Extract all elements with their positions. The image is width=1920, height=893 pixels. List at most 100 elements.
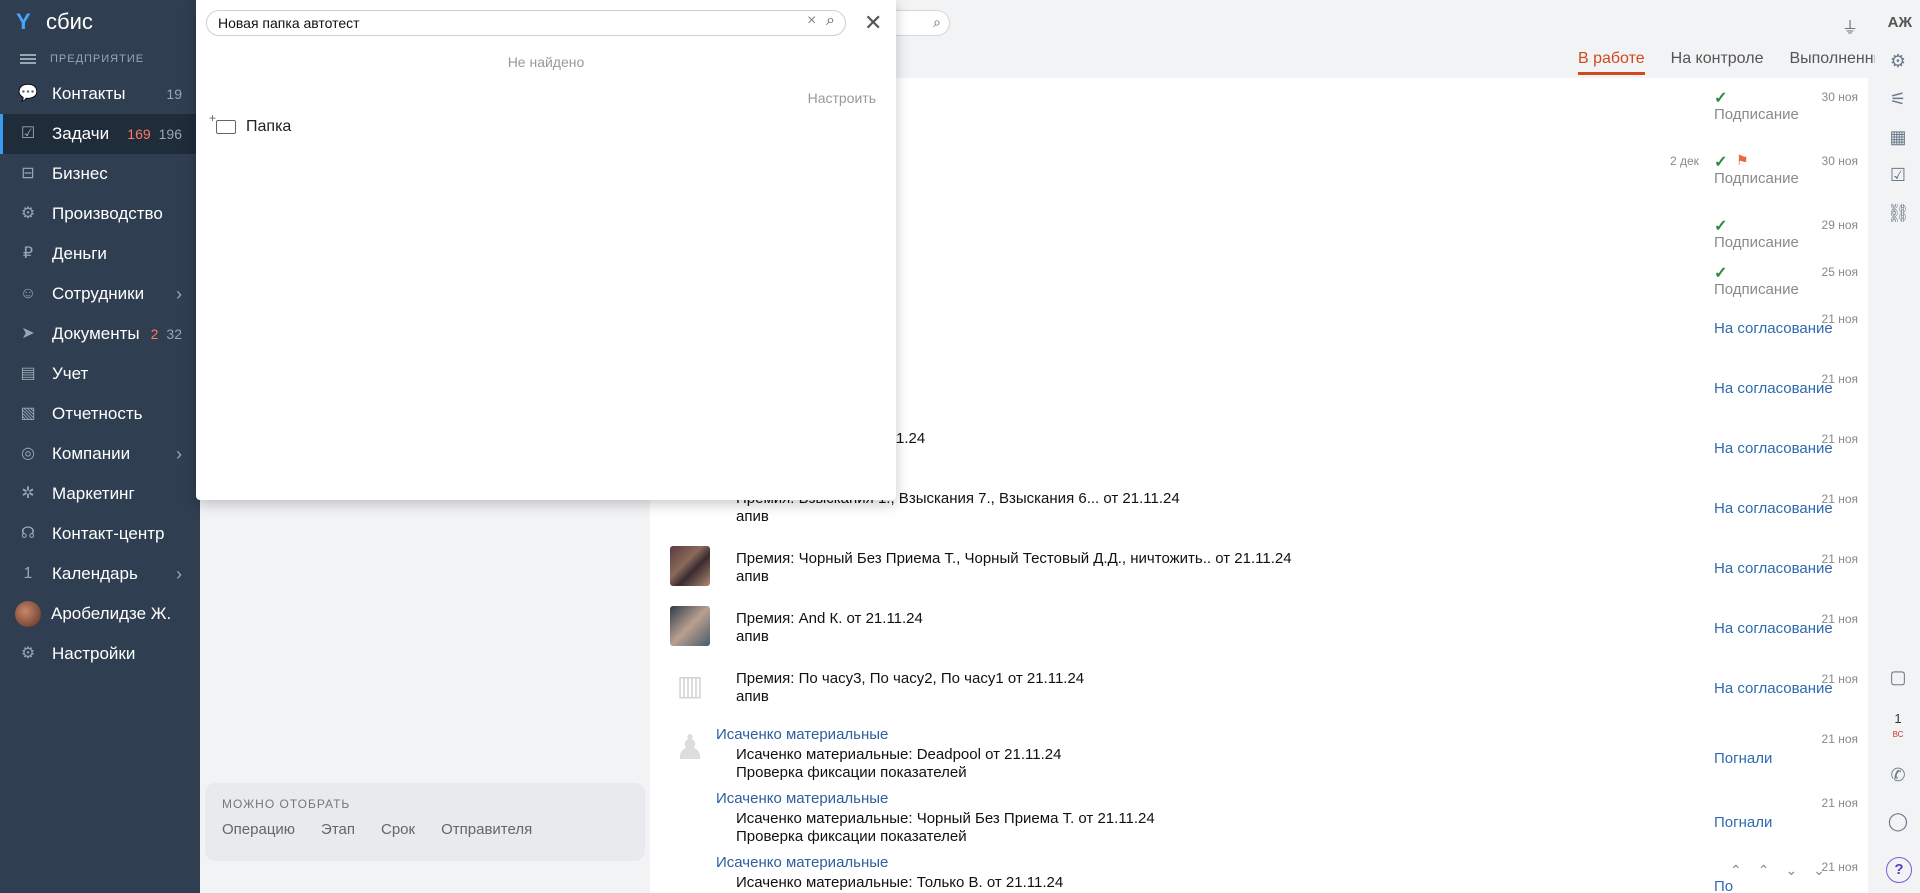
task-status[interactable]: Подписание bbox=[1714, 281, 1799, 298]
headset-icon: ☊ bbox=[20, 525, 36, 542]
folder-label: Папка bbox=[246, 118, 292, 135]
sidebar-item-3[interactable]: ⚙ Производство bbox=[0, 194, 200, 234]
item-counter: 169 196 bbox=[127, 126, 200, 142]
sidebar-item-12[interactable]: 1 Календарь › bbox=[0, 554, 200, 594]
task-date: 25 ноя bbox=[1821, 265, 1858, 279]
sliders-icon[interactable]: ⚟ bbox=[1887, 88, 1909, 110]
counter-total: 19 bbox=[166, 86, 182, 102]
check-icon: ✓ bbox=[1714, 265, 1728, 282]
task-status[interactable]: На согласование bbox=[1714, 320, 1833, 337]
sidebar-item-8[interactable]: ▧ Отчетность bbox=[0, 394, 200, 434]
note-icon[interactable]: ▢ bbox=[1887, 666, 1909, 688]
table-row[interactable]: ▥ Премия: По часу3, По часу2, По часу1 от… bbox=[650, 660, 1868, 720]
task-status[interactable]: На согласование bbox=[1714, 680, 1833, 697]
tab-1[interactable]: На контроле bbox=[1671, 50, 1764, 75]
table-row[interactable]: Премия: Чорный Без Приема Т., Чорный Тес… bbox=[650, 540, 1868, 600]
grid-icon[interactable]: ▦ bbox=[1887, 126, 1909, 148]
sidebar-item-11[interactable]: ☊ Контакт-центр bbox=[0, 514, 200, 554]
sidebar: Y сбис ПРЕДПРИЯТИЕ 💬 Контакты 19 ☑ Задачи 169… bbox=[0, 0, 200, 893]
sidebar-item-1[interactable]: ☑ Задачи 169 196 bbox=[0, 114, 200, 154]
search-icon[interactable]: ⌕ bbox=[826, 12, 835, 30]
menu-icon bbox=[20, 54, 36, 64]
task-status[interactable]: На согласование bbox=[1714, 560, 1833, 577]
list-navigation: ⌃ ⌃ ⌄ ⌄ bbox=[1730, 862, 1825, 879]
chevron-right-icon[interactable]: › bbox=[176, 564, 200, 585]
task-status[interactable]: Погнали bbox=[1714, 814, 1772, 831]
task-date: 21 ноя bbox=[1821, 612, 1858, 626]
scroll-bottom-icon[interactable]: ⌄ bbox=[1813, 862, 1825, 879]
check-icon: ✓ bbox=[1714, 218, 1728, 235]
phone-icon[interactable]: ✆ bbox=[1887, 764, 1909, 786]
filter-icon[interactable]: ⏚ bbox=[1842, 14, 1858, 38]
sidebar-item-label: Бизнес bbox=[52, 164, 108, 183]
sidebar-item-6[interactable]: ➤ Документы 2 32 bbox=[0, 314, 200, 354]
ruble-icon: ₽ bbox=[22, 245, 34, 262]
tab-0[interactable]: В работе bbox=[1577, 50, 1645, 75]
task-status[interactable]: Подписание bbox=[1714, 106, 1799, 123]
sidebar-item-13[interactable]: Аробелидзе Ж. bbox=[0, 594, 200, 634]
new-folder-item[interactable]: Папка bbox=[209, 111, 292, 136]
task-status[interactable]: На согласование bbox=[1714, 380, 1833, 397]
sidebar-item-4[interactable]: ₽ Деньги bbox=[0, 234, 200, 274]
task-date: 21 ноя bbox=[1821, 492, 1858, 506]
settings-icon[interactable]: ⚙ bbox=[1887, 50, 1909, 72]
table-row[interactable]: Исаченко материальные Исаченко материальн… bbox=[650, 848, 1868, 893]
sidebar-item-label: Маркетинг bbox=[52, 484, 135, 503]
task-subtitle: апив bbox=[736, 508, 769, 525]
task-title: Исаченко материальные: Только В. от 21.1… bbox=[736, 874, 1064, 891]
avatar bbox=[670, 606, 710, 646]
task-icon: ☑ bbox=[20, 125, 36, 142]
filter-title: МОЖНО ОТОБРАТЬ bbox=[222, 797, 351, 811]
help-icon[interactable]: ? bbox=[1886, 857, 1912, 883]
task-author[interactable]: Исаченко материальные bbox=[716, 726, 888, 743]
table-row[interactable]: Исаченко материальные Исаченко материальн… bbox=[650, 784, 1868, 848]
task-status[interactable]: Подписание bbox=[1714, 234, 1799, 251]
search-icon[interactable]: ⌕ bbox=[933, 14, 941, 31]
sidebar-item-2[interactable]: ⊟ Бизнес bbox=[0, 154, 200, 194]
calendar-icon: 1 bbox=[23, 565, 33, 582]
sidebar-item-5[interactable]: ☺ Сотрудники › bbox=[0, 274, 200, 314]
section-switcher[interactable]: ПРЕДПРИЯТИЕ bbox=[0, 44, 200, 74]
task-title: Премия: And К. от 21.11.24 bbox=[736, 610, 923, 627]
close-icon[interactable]: ✕ bbox=[864, 10, 882, 36]
checklist-icon[interactable]: ☑ bbox=[1887, 164, 1909, 186]
sidebar-nav: 💬 Контакты 19 ☑ Задачи 169 196 ⊟ Бизнес ⚙ Производ… bbox=[0, 74, 200, 674]
filter-option[interactable]: Срок bbox=[381, 821, 415, 838]
filter-option[interactable]: Отправителя bbox=[441, 821, 532, 838]
scroll-top-icon[interactable]: ⌃ bbox=[1730, 862, 1742, 879]
task-status[interactable]: Погнали bbox=[1714, 750, 1772, 767]
task-title: Премия: Чорный Без Приема Т., Чорный Тес… bbox=[736, 550, 1292, 567]
task-status[interactable]: На согласование bbox=[1714, 620, 1833, 637]
sidebar-item-7[interactable]: ▤ Учет bbox=[0, 354, 200, 394]
sidebar-item-10[interactable]: ✲ Маркетинг bbox=[0, 474, 200, 514]
task-status[interactable]: По bbox=[1714, 878, 1733, 893]
item-counter: 2 32 bbox=[151, 326, 200, 342]
sidebar-item-label: Календарь bbox=[52, 564, 138, 583]
sidebar-item-0[interactable]: 💬 Контакты 19 bbox=[0, 74, 200, 114]
logo[interactable]: Y сбис bbox=[0, 0, 200, 44]
table-row[interactable]: Исаченко материальные ♟ Исаченко материаль… bbox=[650, 720, 1868, 784]
logo-text: сбис bbox=[46, 9, 93, 34]
sidebar-item-14[interactable]: ⚙ Настройки bbox=[0, 634, 200, 674]
filter-options: Операцию Этап Срок Отправителя bbox=[222, 821, 628, 838]
user-initials[interactable]: АЖ bbox=[1888, 14, 1912, 31]
section-label: ПРЕДПРИЯТИЕ bbox=[50, 53, 145, 65]
task-status[interactable]: На согласование bbox=[1714, 440, 1833, 457]
link-icon[interactable]: ⛓ bbox=[1887, 202, 1910, 224]
sidebar-item-9[interactable]: ◎ Компании › bbox=[0, 434, 200, 474]
chat-icon[interactable]: ◯ bbox=[1887, 810, 1909, 832]
configure-link[interactable]: Настроить bbox=[808, 90, 876, 106]
folder-search-input[interactable] bbox=[206, 10, 846, 36]
task-status[interactable]: На согласование bbox=[1714, 500, 1833, 517]
calendar-badge[interactable]: 1 ВС bbox=[1887, 712, 1909, 740]
filter-option[interactable]: Операцию bbox=[222, 821, 295, 838]
task-status[interactable]: Подписание bbox=[1714, 170, 1799, 187]
clear-icon[interactable]: × bbox=[807, 12, 816, 30]
task-author[interactable]: Исаченко материальные bbox=[716, 790, 888, 807]
page-up-icon[interactable]: ⌃ bbox=[1758, 862, 1770, 879]
task-title: Премия: По часу3, По часу2, По часу1 от … bbox=[736, 670, 1085, 687]
filter-option[interactable]: Этап bbox=[321, 821, 355, 838]
page-down-icon[interactable]: ⌄ bbox=[1785, 862, 1797, 879]
table-row[interactable]: Премия: And К. от 21.11.24 апив На согласо… bbox=[650, 600, 1868, 660]
task-author[interactable]: Исаченко материальные bbox=[716, 854, 888, 871]
